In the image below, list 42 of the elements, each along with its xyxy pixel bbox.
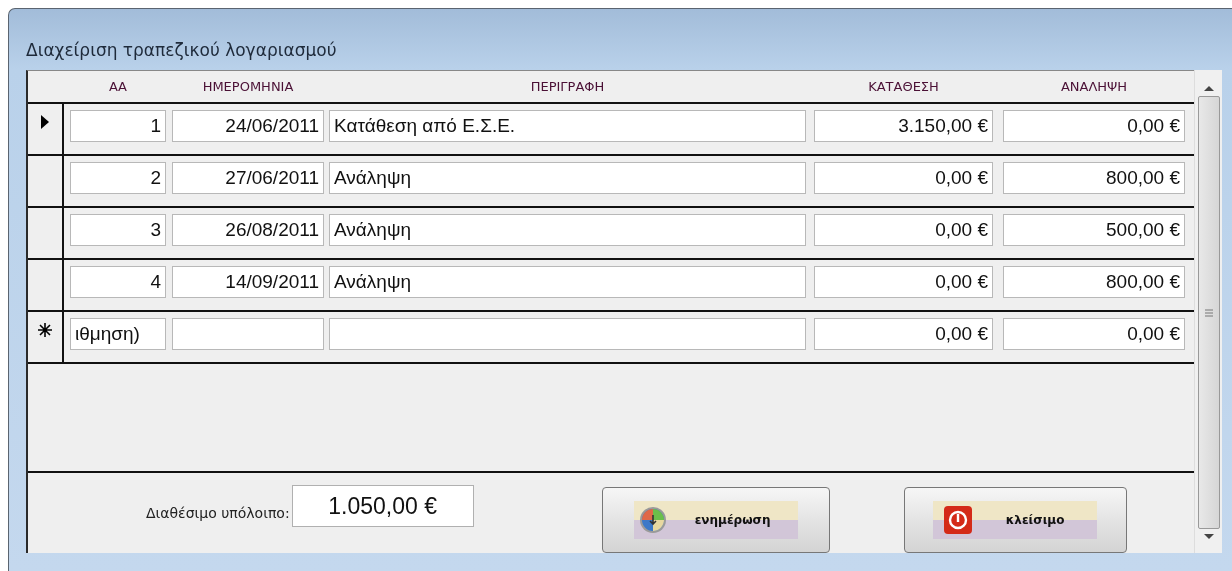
input-field[interactable]: 0,00 € bbox=[1003, 318, 1185, 350]
input-field[interactable]: 3.150,00 € bbox=[814, 110, 993, 142]
scroll-thumb[interactable] bbox=[1197, 96, 1220, 529]
input-field[interactable]: 27/06/2011 bbox=[172, 162, 324, 194]
input-field[interactable]: 0,00 € bbox=[814, 318, 993, 350]
input-field[interactable]: Ανάληψη bbox=[329, 214, 806, 246]
input-field[interactable]: 2 bbox=[70, 162, 166, 194]
column-header: ΠΕΡΙΓΡΑΦΗ bbox=[529, 79, 606, 94]
input-field[interactable]: 0,00 € bbox=[814, 214, 993, 246]
input-field[interactable]: 0,00 € bbox=[814, 266, 993, 298]
input-field[interactable]: 26/08/2011 bbox=[172, 214, 324, 246]
power-icon bbox=[943, 505, 974, 535]
input-field[interactable]: 0,00 € bbox=[814, 162, 993, 194]
column-header: ΗΜΕΡΟΜΗΝΙΑ bbox=[201, 79, 295, 94]
grip-icon bbox=[1203, 308, 1214, 317]
input-field[interactable] bbox=[329, 318, 806, 350]
input-field[interactable] bbox=[172, 318, 324, 350]
input-field[interactable]: 800,00 € bbox=[1003, 162, 1185, 194]
close-button[interactable]: κλείσιμο bbox=[903, 487, 1127, 553]
input-field[interactable]: Κατάθεση από Ε.Σ.Ε. bbox=[329, 110, 806, 142]
update-button[interactable]: ενημέρωση bbox=[601, 487, 830, 553]
input-field[interactable]: 14/09/2011 bbox=[172, 266, 324, 298]
balance-label: Διαθέσιμο υπόλοιπο: bbox=[146, 505, 290, 521]
input-field[interactable]: 0,00 € bbox=[1003, 110, 1185, 142]
scroll-up-icon[interactable] bbox=[1202, 84, 1215, 92]
window-title: Διαχείριση τραπεζικού λογαριασμού bbox=[26, 40, 337, 60]
input-field[interactable]: 4 bbox=[70, 266, 166, 298]
input-field[interactable]: 1 bbox=[70, 110, 166, 142]
input-field[interactable]: Ανάληψη bbox=[329, 162, 806, 194]
scroll-down-icon[interactable] bbox=[1202, 533, 1215, 541]
globe-icon bbox=[637, 505, 668, 535]
input-field[interactable]: 800,00 € bbox=[1003, 266, 1185, 298]
balance-field: 1.050,00 € bbox=[291, 485, 474, 527]
input-field[interactable]: ιθμηση) bbox=[70, 318, 166, 350]
scrollbar[interactable] bbox=[1194, 70, 1222, 553]
input-field[interactable]: Ανάληψη bbox=[329, 266, 806, 298]
input-field[interactable]: 3 bbox=[70, 214, 166, 246]
input-field[interactable]: 24/06/2011 bbox=[172, 110, 324, 142]
input-field[interactable]: 500,00 € bbox=[1003, 214, 1185, 246]
column-header: ΑΝΑΛΗΨΗ bbox=[1059, 79, 1129, 94]
column-header: ΑΑ bbox=[108, 79, 128, 94]
column-header: ΚΑΤΑΘΕΣΗ bbox=[867, 79, 940, 94]
